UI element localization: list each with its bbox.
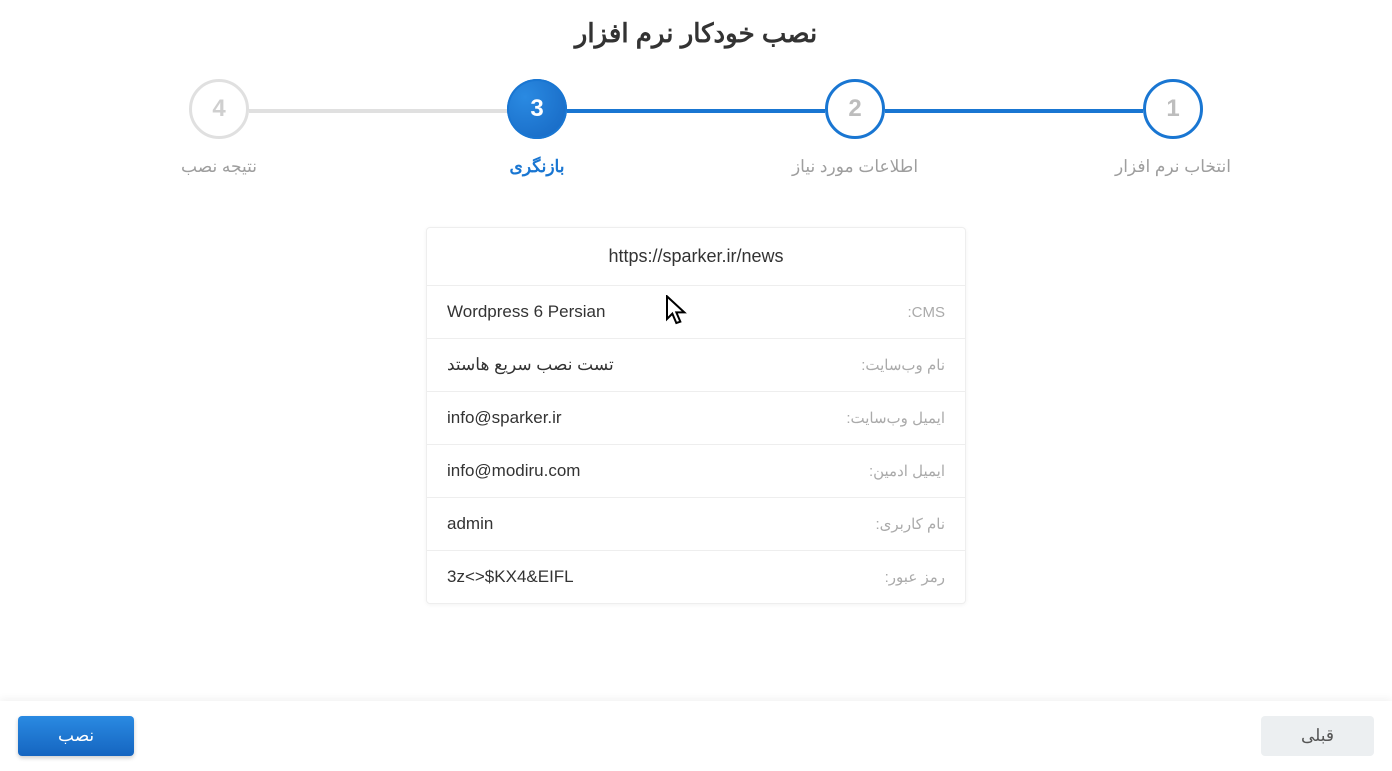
review-row-value: admin (447, 514, 493, 534)
review-row-value: info@modiru.com (447, 461, 580, 481)
step-1-circle: 1 (1143, 79, 1203, 139)
review-row: نام وب‌سایت: تست نصب سریع هاستد (427, 339, 965, 392)
review-row-label: ایمیل ادمین: (869, 462, 945, 480)
step-2: 2 اطلاعات مورد نیاز (696, 79, 1014, 177)
footer: قبلی نصب (0, 701, 1392, 771)
step-3: 3 بازنگری (378, 79, 696, 177)
review-row-label: CMS: (907, 304, 945, 321)
review-row-value: info@sparker.ir (447, 408, 562, 428)
step-3-circle: 3 (507, 79, 567, 139)
step-4-circle: 4 (189, 79, 249, 139)
review-row-label: رمز عبور: (885, 568, 945, 586)
connector (249, 109, 378, 113)
step-4-label: نتیجه نصب (181, 157, 257, 177)
review-row-label: نام کاربری: (875, 515, 945, 533)
stepper: 1 انتخاب نرم افزار 2 اطلاعات مورد نیاز 3… (0, 79, 1392, 177)
step-2-label: اطلاعات مورد نیاز (792, 157, 918, 177)
review-row: ایمیل وب‌سایت: info@sparker.ir (427, 392, 965, 445)
install-button[interactable]: نصب (18, 716, 134, 756)
review-row-value: تست نصب سریع هاستد (447, 355, 614, 375)
review-row-label: نام وب‌سایت: (861, 356, 945, 374)
connector (1014, 109, 1143, 113)
step-1-label: انتخاب نرم افزار (1115, 157, 1231, 177)
page-title: نصب خودکار نرم افزار (0, 0, 1392, 79)
review-row-value: Wordpress 6 Persian (447, 302, 605, 322)
review-row-value: 3z<>$KX4&EIFL (447, 567, 574, 587)
review-row: رمز عبور: 3z<>$KX4&EIFL (427, 551, 965, 603)
step-1: 1 انتخاب نرم افزار (1014, 79, 1332, 177)
connector (696, 109, 825, 113)
step-4: 4 نتیجه نصب (60, 79, 378, 177)
step-2-circle: 2 (825, 79, 885, 139)
review-row: نام کاربری: admin (427, 498, 965, 551)
step-3-label: بازنگری (510, 157, 565, 177)
review-row: ایمیل ادمین: info@modiru.com (427, 445, 965, 498)
connector (378, 109, 507, 113)
review-row: CMS: Wordpress 6 Persian (427, 286, 965, 339)
review-card: https://sparker.ir/news CMS: Wordpress 6 … (426, 227, 966, 604)
prev-button[interactable]: قبلی (1261, 716, 1374, 756)
connector (885, 109, 1014, 113)
connector (567, 109, 696, 113)
review-row-label: ایمیل وب‌سایت: (846, 409, 945, 427)
review-url: https://sparker.ir/news (427, 228, 965, 286)
